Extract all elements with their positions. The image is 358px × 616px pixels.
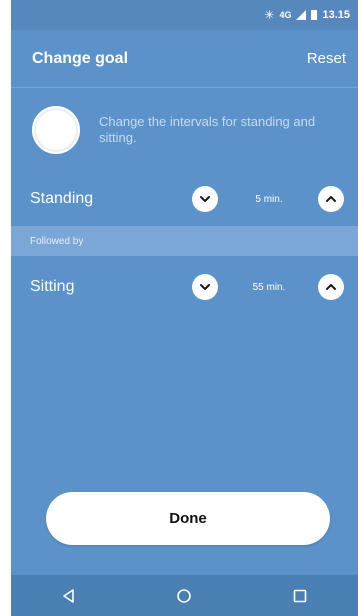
sitting-label: Sitting xyxy=(30,278,75,295)
bluetooth-icon: ✳ xyxy=(264,8,275,22)
reset-button[interactable]: Reset xyxy=(307,50,346,67)
nav-home-button[interactable] xyxy=(164,581,204,611)
app-screen: ✳ 4G 13.15 Change goal Reset Change the … xyxy=(11,0,358,616)
sitting-row: Sitting 55 min. xyxy=(11,264,358,310)
chevron-down-icon xyxy=(200,284,210,290)
standing-value: 5 min. xyxy=(255,193,283,205)
chevron-up-icon xyxy=(326,284,336,290)
followed-by-divider: Followed by xyxy=(11,226,358,256)
header: Change goal Reset xyxy=(11,30,358,88)
sitting-decrease-button[interactable] xyxy=(192,274,218,300)
done-button[interactable]: Done xyxy=(46,492,330,545)
goal-circle-icon xyxy=(32,106,80,154)
intro-section: Change the intervals for standing and si… xyxy=(11,89,358,171)
standing-label: Standing xyxy=(30,190,94,207)
status-time: 13.15 xyxy=(322,9,350,21)
standing-row: Standing 5 min. xyxy=(11,176,358,222)
battery-icon xyxy=(311,10,318,20)
nav-back-button[interactable] xyxy=(49,581,89,611)
sitting-increase-button[interactable] xyxy=(318,274,344,300)
network-type: 4G xyxy=(279,10,292,20)
system-nav-bar xyxy=(11,575,358,616)
recents-square-icon xyxy=(293,589,307,602)
chevron-down-icon xyxy=(200,196,210,202)
home-circle-icon xyxy=(177,588,192,603)
page-title: Change goal xyxy=(32,49,129,67)
standing-increase-button[interactable] xyxy=(318,186,344,212)
status-bar: ✳ 4G 13.15 xyxy=(11,0,358,30)
chevron-up-icon xyxy=(326,196,336,202)
intro-text: Change the intervals for standing and si… xyxy=(99,114,316,145)
standing-decrease-button[interactable] xyxy=(192,186,218,212)
nav-recents-button[interactable] xyxy=(280,581,320,611)
sitting-value: 55 min. xyxy=(252,281,286,293)
signal-icon xyxy=(296,10,307,20)
back-triangle-icon xyxy=(63,588,74,603)
